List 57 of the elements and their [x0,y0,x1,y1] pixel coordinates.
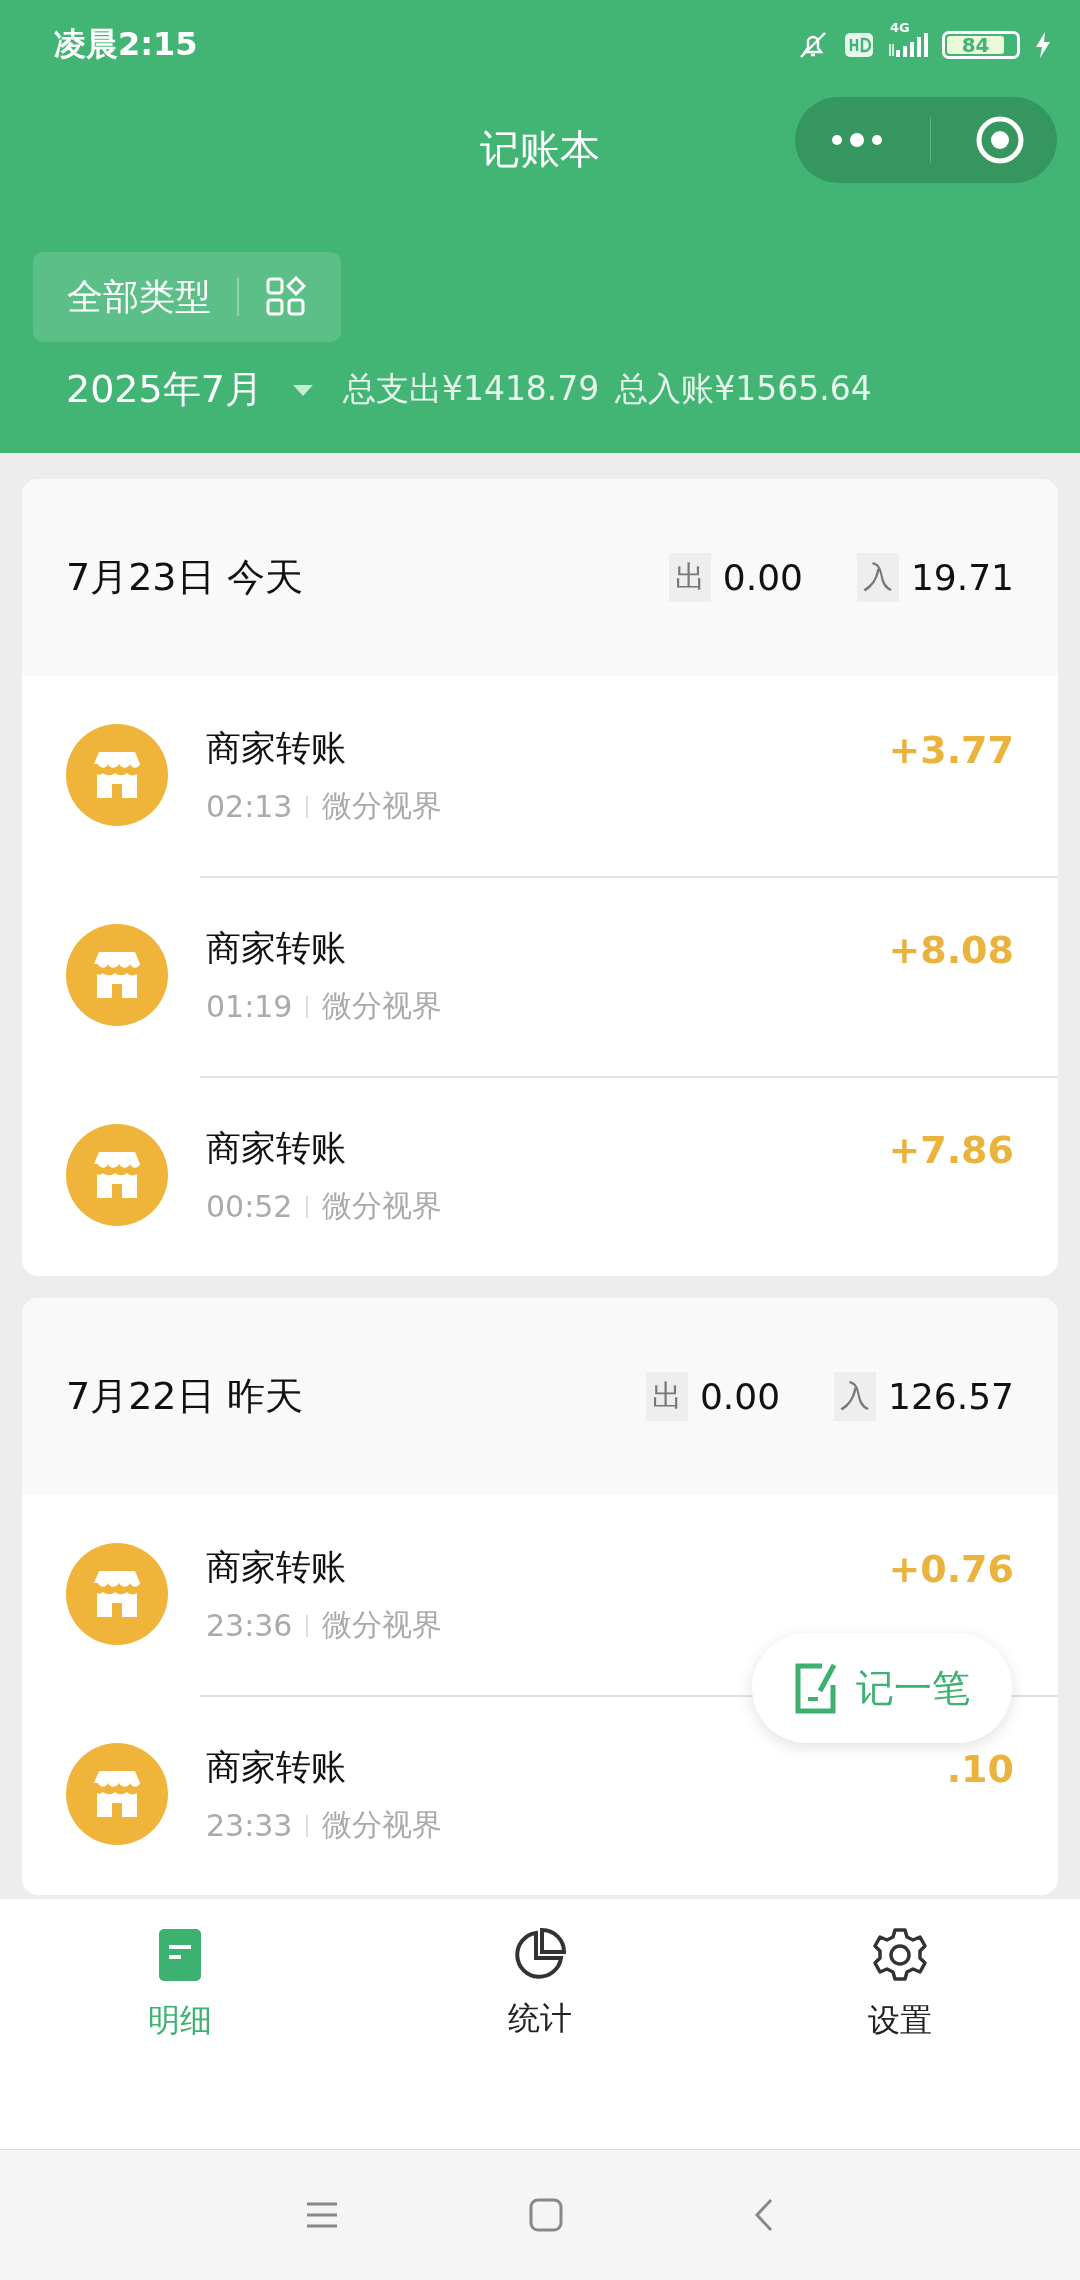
charging-icon [1034,31,1052,59]
signal-icon [888,32,928,58]
document-icon [157,1927,203,1983]
store-icon [66,724,168,826]
nav-tab[interactable]: 统计 [360,1927,720,2041]
nav-tab[interactable]: 设置 [720,1927,1080,2043]
transaction-row[interactable]: 商家转账 00:52 微分视界 +7.86 [22,1076,1058,1276]
merchant-name: 微分视界 [322,987,443,1025]
day-income: 19.71 [910,557,1014,598]
page-title: 记账本 [480,124,600,174]
settings-icon [872,1927,928,1983]
transaction-row[interactable]: 商家转账 02:13 微分视界 +3.77 [22,676,1058,876]
day-expense: 0.00 [722,557,803,598]
transaction-title: 商家转账 [206,727,347,770]
merchant-name: 微分视界 [322,1806,443,1844]
income-tag: 入 [856,553,899,602]
income-tag: 入 [834,1372,877,1421]
merchant-name: 微分视界 [322,1606,443,1644]
merchant-name: 微分视界 [322,787,443,825]
network-type: 4G [890,20,910,35]
hd-icon [844,31,874,59]
store-icon [66,924,168,1026]
store-icon [66,1124,168,1226]
transaction-amount: +8.08 [888,928,1014,972]
back-icon[interactable] [753,2197,775,2233]
status-time: 凌晨2:15 [54,24,198,65]
merchant-name: 微分视界 [322,1187,443,1225]
store-icon [66,1743,168,1845]
transaction-title: 商家转账 [206,1546,347,1589]
transaction-time: 01:19 [206,989,293,1024]
expense-tag: 出 [668,553,711,602]
day-income: 126.57 [888,1376,1014,1417]
transaction-amount: +3.77 [888,728,1014,772]
home-icon[interactable] [529,2198,563,2232]
transaction-amount: .10 [946,1747,1014,1791]
battery-level: 84 [961,33,990,57]
transaction-title: 商家转账 [206,1127,347,1170]
dropdown-icon [290,382,315,397]
total-income: 总入账¥1565.64 [615,368,872,410]
expense-tag: 出 [645,1372,688,1421]
day-expense: 0.00 [699,1376,781,1417]
store-icon [66,1543,168,1645]
transaction-time: 02:13 [206,789,293,824]
transaction-amount: +7.86 [888,1128,1014,1172]
transaction-row[interactable]: 商家转账 01:19 微分视界 +8.08 [22,876,1058,1076]
day-date: 7月23日 今天 [66,554,303,601]
day-date: 7月22日 昨天 [66,1373,303,1420]
transaction-time: 23:36 [206,1608,293,1643]
total-expense: 总支出¥1418.79 [342,368,600,410]
pie-chart-icon [513,1927,567,1981]
grid-icon [265,276,307,318]
transaction-time: 00:52 [206,1189,293,1224]
transaction-amount: +0.76 [888,1547,1014,1591]
transaction-title: 商家转账 [206,927,347,970]
menu-icon[interactable] [305,2200,339,2230]
transaction-title: 商家转账 [206,1746,347,1789]
transaction-time: 23:33 [206,1808,293,1843]
